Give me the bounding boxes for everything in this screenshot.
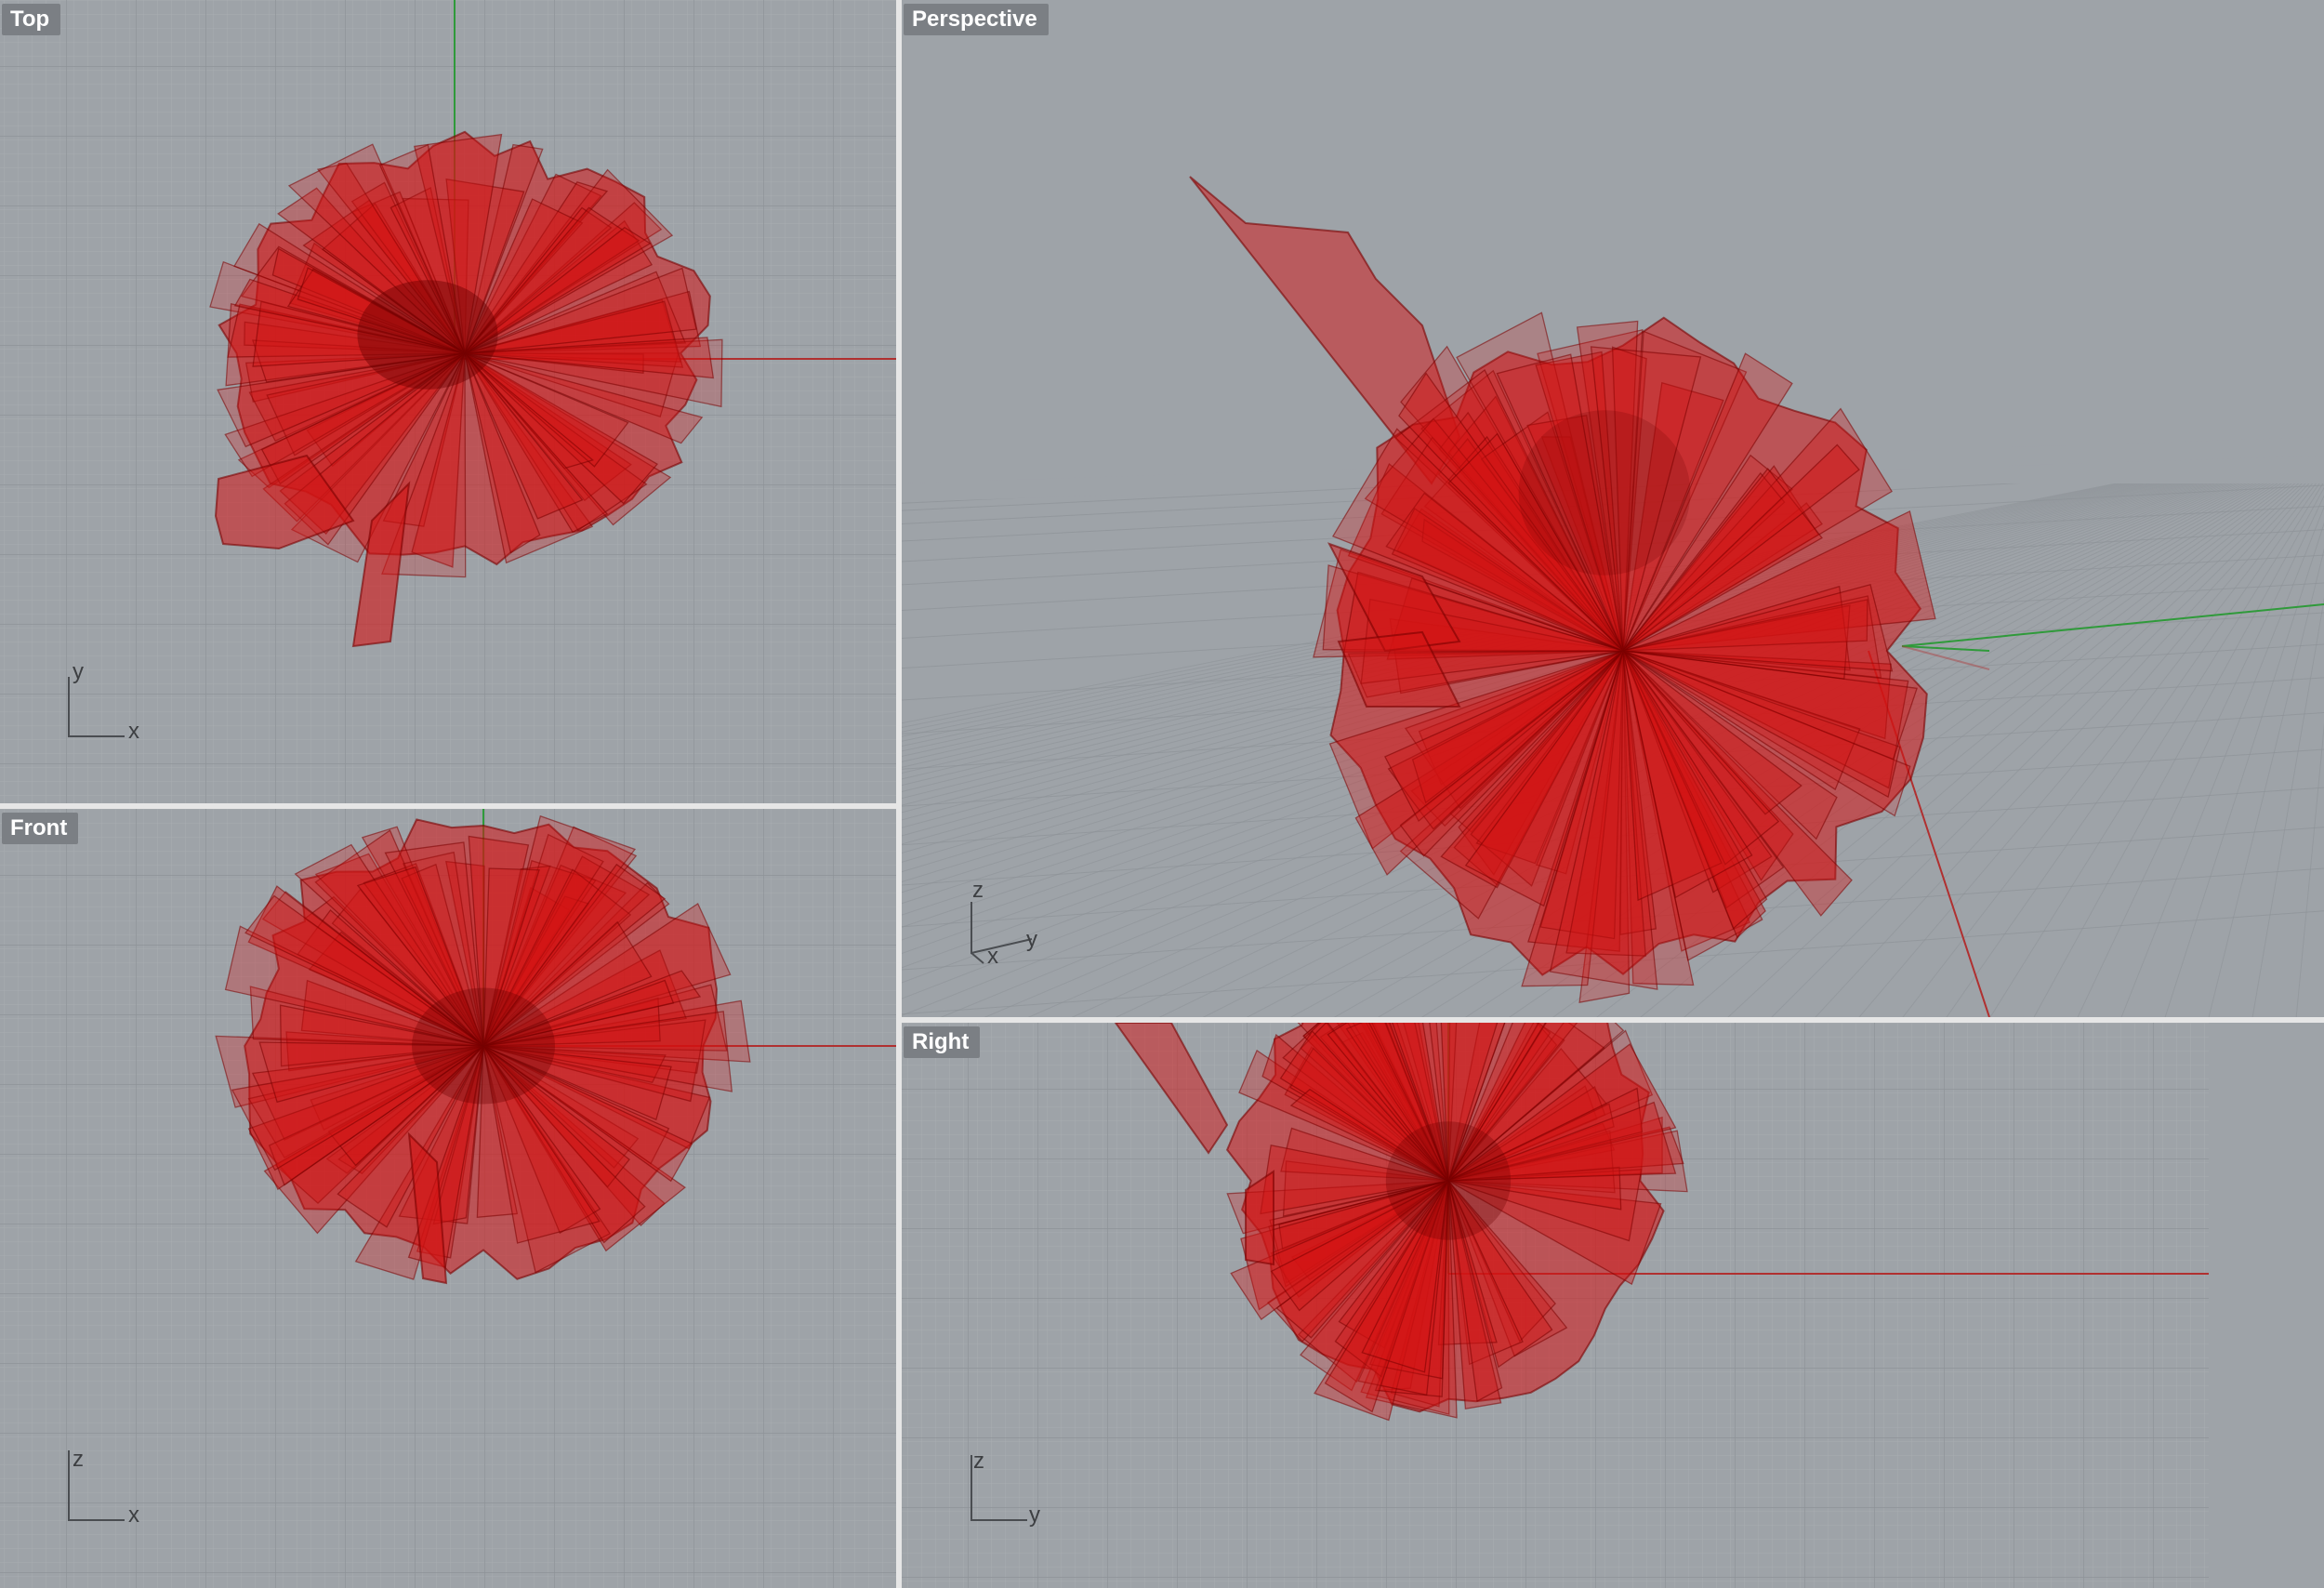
axis-label-v: z [972, 878, 984, 903]
viewport-front[interactable]: z x Front [0, 809, 896, 1588]
axis-label-h: y [1026, 927, 1037, 952]
viewport-title-top[interactable]: Top [2, 4, 61, 35]
axis-label-d: x [987, 944, 998, 969]
axis-label-h: x [128, 719, 139, 744]
viewport-perspective[interactable]: z y x Perspective [902, 0, 2324, 1017]
viewport-title-perspective[interactable]: Perspective [904, 4, 1049, 35]
viewport-front-canvas[interactable]: z x [0, 809, 896, 1588]
axis-label-v: z [73, 1447, 84, 1472]
viewport-top-canvas[interactable]: y x [0, 0, 896, 803]
axis-label-h: y [1029, 1502, 1040, 1528]
viewport-title-front[interactable]: Front [2, 813, 79, 844]
viewport-perspective-canvas[interactable]: z y x [902, 0, 2324, 1017]
axis-label-v: z [973, 1449, 984, 1474]
viewport-top[interactable]: y x Top [0, 0, 896, 803]
viewport-right-canvas[interactable]: z y [902, 1023, 2324, 1588]
axis-label-h: x [128, 1502, 139, 1528]
viewport-right[interactable]: z y Right [902, 1023, 2324, 1588]
viewport-title-right[interactable]: Right [904, 1026, 981, 1058]
axis-label-v: y [73, 659, 84, 684]
axis-widget: z y x [971, 878, 1037, 969]
